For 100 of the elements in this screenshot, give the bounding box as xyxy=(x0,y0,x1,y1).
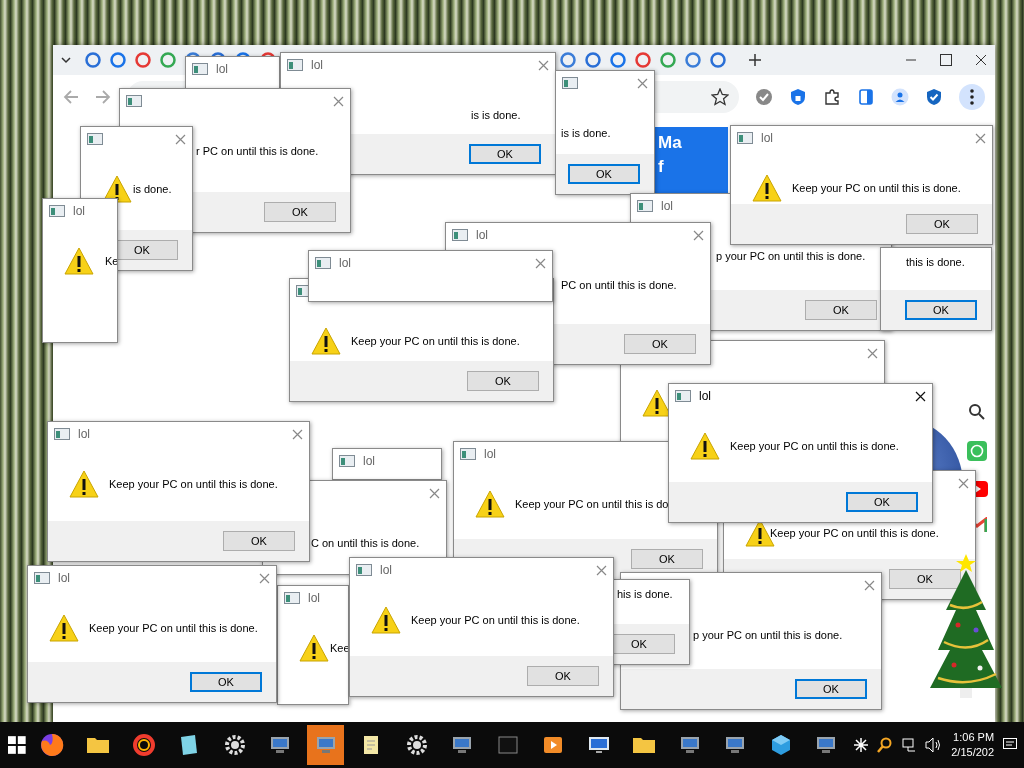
dialog-message: this is done. xyxy=(906,255,965,270)
card-text: Ma xyxy=(658,133,683,153)
close-icon[interactable] xyxy=(915,390,926,402)
window-app-icon xyxy=(339,455,355,467)
dialog-message: Keep your PC on until this is done. xyxy=(770,526,939,541)
dialog-message: PC on until this is done. xyxy=(561,278,677,293)
ok-button[interactable]: OK xyxy=(624,334,696,354)
warning-icon xyxy=(64,247,94,275)
window-app-icon xyxy=(452,229,468,241)
warning-icon xyxy=(69,470,99,498)
warning-icon xyxy=(475,490,505,518)
warning-icon xyxy=(311,327,341,355)
warning-icon xyxy=(752,174,782,202)
window-app-icon xyxy=(737,132,753,144)
dialog-message: his is done. xyxy=(617,587,673,602)
window-app-icon xyxy=(34,572,50,584)
warning-icon xyxy=(299,634,329,662)
window-title: lol xyxy=(58,571,70,585)
dialog-message: is is done. xyxy=(471,108,521,123)
browser-icon xyxy=(40,733,65,757)
dialog-message: Keep your PC on until this is done. xyxy=(109,477,278,492)
warning-icon xyxy=(49,614,79,642)
dialog-message: p your PC on until this is done. xyxy=(716,249,866,264)
profile-icon[interactable] xyxy=(891,88,909,106)
dialog-message: Keep your PC on until this is do xyxy=(515,497,669,512)
ok-button[interactable]: OK xyxy=(264,202,336,222)
window-title: lol xyxy=(761,131,773,145)
gear-icon xyxy=(404,733,429,757)
window-app-icon xyxy=(284,592,300,604)
start-icon[interactable] xyxy=(8,736,26,754)
date-text: 2/15/202 xyxy=(951,745,995,760)
puzzle-icon[interactable] xyxy=(823,88,841,106)
window-title: lol xyxy=(476,228,488,242)
ok-button[interactable]: OK xyxy=(469,144,541,164)
dialog-message: is is done. xyxy=(561,126,611,141)
window-app-icon xyxy=(356,564,372,576)
window-app-icon xyxy=(87,133,103,145)
menu-icon[interactable] xyxy=(959,84,985,110)
window-title: lol xyxy=(699,389,711,403)
warning-icon xyxy=(690,432,720,460)
window-title: lol xyxy=(339,256,351,270)
ok-button[interactable]: OK xyxy=(846,492,918,512)
ok-button[interactable]: OK xyxy=(190,672,262,692)
dialog-message: Keep your PC on until this is done. xyxy=(792,181,961,196)
window-app-icon xyxy=(562,77,578,89)
close-icon[interactable] xyxy=(975,54,987,66)
time-text: 1:06 PM xyxy=(953,730,995,745)
ok-button[interactable]: OK xyxy=(631,549,703,569)
taskbar-app[interactable] xyxy=(306,725,345,765)
dialog-message: is done. xyxy=(133,182,172,197)
window-app-icon xyxy=(49,205,65,217)
ok-button[interactable]: OK xyxy=(527,666,599,686)
dropdown-icon[interactable] xyxy=(61,56,71,64)
magnifier-icon[interactable] xyxy=(877,737,894,753)
window-title: lol xyxy=(216,62,228,76)
window-title: lol xyxy=(363,454,375,468)
network-icon[interactable] xyxy=(901,737,918,753)
dialog-message: Keep your PC on until this is done. xyxy=(89,621,258,636)
star-icon[interactable] xyxy=(711,88,729,106)
ring-icon xyxy=(131,733,156,757)
ok-button[interactable]: OK xyxy=(795,679,867,699)
dialog-message: Keep your PC on until this is done. xyxy=(351,334,520,349)
window-app-icon xyxy=(315,257,331,269)
dialog-message: p your PC on until this is done. xyxy=(693,628,843,643)
card-text: f xyxy=(658,157,665,177)
ok-button[interactable]: OK xyxy=(568,164,640,184)
ok-button[interactable]: OK xyxy=(805,300,877,320)
window-icon xyxy=(495,733,520,757)
ok-button[interactable]: OK xyxy=(905,300,977,320)
sidebar-icon[interactable] xyxy=(857,88,875,106)
window-app-icon xyxy=(287,59,303,71)
window-app-icon xyxy=(192,63,208,75)
new-tab-icon[interactable] xyxy=(749,54,761,66)
window-app-icon xyxy=(54,428,70,440)
shield-lock-icon[interactable] xyxy=(789,88,807,106)
warning-icon xyxy=(371,606,401,634)
window-title: lol xyxy=(78,427,90,441)
window-title: lol xyxy=(73,204,85,218)
ok-button[interactable]: OK xyxy=(467,371,539,391)
window-app-icon xyxy=(126,95,142,107)
dialog-message: C on until this is done. xyxy=(311,536,420,551)
window-title: lol xyxy=(380,563,392,577)
window-title: lol xyxy=(311,58,323,72)
window-title: lol xyxy=(308,591,320,605)
ok-button[interactable]: OK xyxy=(906,214,978,234)
dialog-message: r PC on until this is done. xyxy=(196,144,319,159)
shield-check-icon[interactable] xyxy=(925,88,943,106)
window-app-icon xyxy=(637,200,653,212)
ok-button[interactable]: OK xyxy=(889,569,961,589)
ok-button[interactable]: OK xyxy=(223,531,295,551)
clock[interactable]: 1:06 PM 2/15/202 xyxy=(951,730,995,760)
badge-icon[interactable] xyxy=(755,88,773,106)
search-icon[interactable] xyxy=(968,403,986,421)
window-title: lol xyxy=(484,447,496,461)
dialog-message: Keep your PC on until this is done. xyxy=(411,613,580,628)
window-app-icon xyxy=(460,448,476,460)
dialog-message: Keep your PC on until this is done. xyxy=(730,439,899,454)
window-app-icon xyxy=(675,390,691,402)
gear-icon xyxy=(222,733,247,757)
asterisk-icon[interactable] xyxy=(853,737,870,753)
